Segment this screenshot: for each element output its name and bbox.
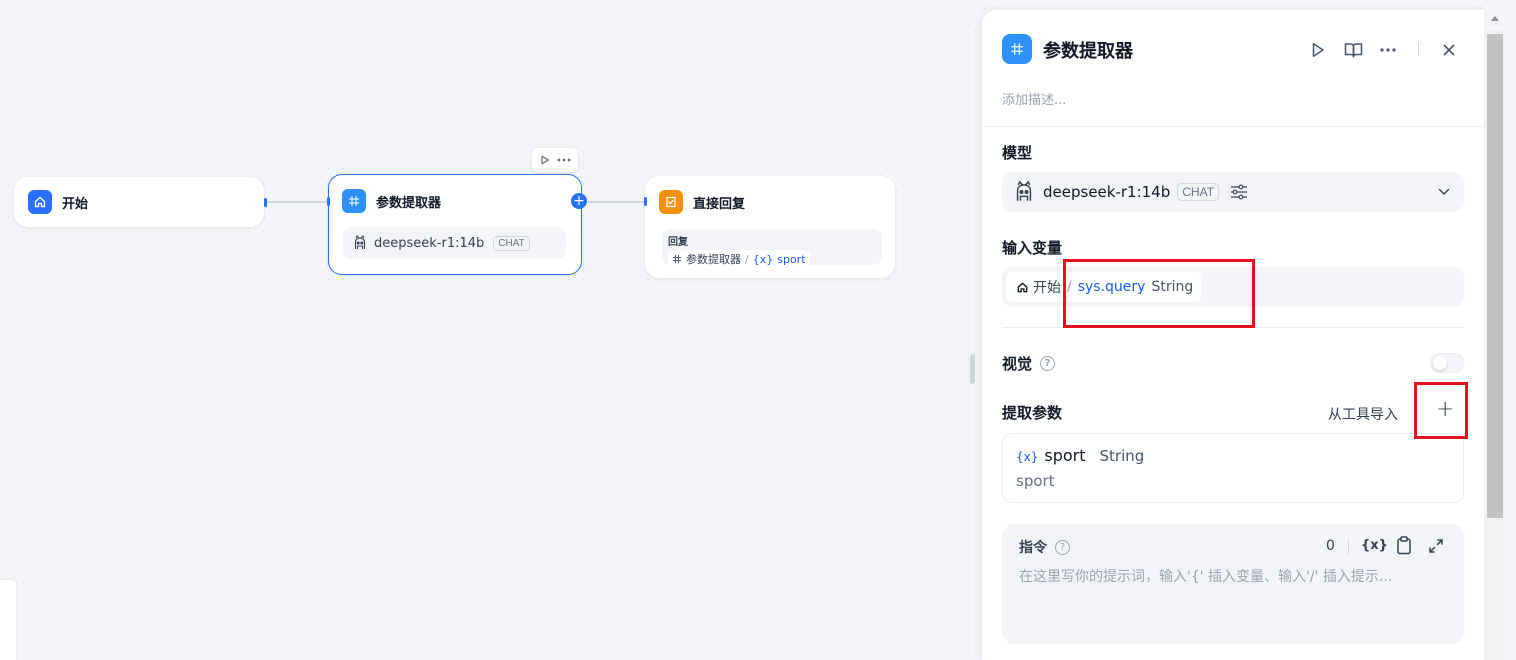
panel-resize-handle[interactable] [970,354,975,384]
model-logo-icon [353,235,367,251]
description-input[interactable]: 添加描述... [1002,89,1066,108]
section-divider [982,126,1484,127]
answer-ref-separator: / [745,252,749,266]
model-tag: CHAT [1177,183,1220,201]
answer-label: 回复 [668,237,688,248]
node-more-icon[interactable] [557,158,571,162]
reply-icon [659,190,683,214]
close-icon[interactable] [1439,40,1459,60]
toggle-knob [1433,356,1447,370]
answer-ref-var: sport [777,252,806,266]
chevron-down-icon[interactable] [1436,184,1452,200]
node-answer-target-handle[interactable] [644,197,647,206]
variable-icon: {x} [1016,450,1039,464]
param-type: String [1099,447,1145,465]
node-settings-panel: 参数提取器 添加描述... 模型 deepseek-r1:14b CHAT 输入… [982,10,1484,660]
panel-grid-icon [1002,34,1032,64]
param-name: sport [1044,446,1086,465]
node-extractor-model: deepseek-r1:14b CHAT [343,227,566,259]
more-icon[interactable] [1378,40,1398,60]
book-icon[interactable] [1342,40,1364,60]
instruction-input[interactable]: 在这里写你的提示词，输入'{' 插入变量、输入'/' 插入提示... [1019,566,1449,586]
extract-params-label: 提取参数 [1002,404,1063,422]
node-answer-content: 回复 参数提取器 / {x} sport [662,229,882,268]
canvas-control-stub [0,580,16,660]
node-toolbar [532,148,578,172]
instruction-editor[interactable]: 指令 ? 0 {x} 在这里写你的提示词，输入'{' 插入变量、输入'/' 插入… [1002,524,1464,644]
home-icon [1016,281,1029,294]
home-icon [28,190,52,214]
scroll-up-arrow[interactable] [1491,16,1499,21]
highlight-box-input-var [1063,259,1255,328]
vision-label: 视觉 ? [1002,353,1056,374]
node-start-title: 开始 [62,196,89,212]
input-var-node: 开始 [1033,280,1061,296]
node-extractor-title: 参数提取器 [376,195,442,211]
node-extractor-model-name: deepseek-r1:14b [374,235,485,251]
vision-label-text: 视觉 [1002,355,1033,373]
model-logo-icon [1014,180,1034,204]
run-node-icon[interactable] [540,155,550,165]
param-card[interactable]: {x} sport String sport [1002,433,1464,503]
edge-start-extractor [266,201,330,203]
edge-extractor-answer [588,201,646,203]
model-settings-icon[interactable] [1230,184,1248,200]
help-icon[interactable]: ? [1055,539,1070,555]
char-count: 0 [1326,538,1335,554]
import-from-tool-button[interactable]: 从工具导入 [1328,404,1398,424]
toolbar-divider [1348,540,1349,554]
input-vars-label: 输入变量 [1002,239,1063,257]
variable-icon: {x} [752,252,774,266]
node-parameter-extractor[interactable]: 参数提取器 deepseek-r1:14b CHAT [327,174,582,275]
param-description: sport [1016,472,1055,490]
grid-icon [342,189,366,213]
highlight-box-add-param [1414,382,1468,439]
model-label: 模型 [1002,144,1033,162]
answer-ref-node: 参数提取器 [686,253,741,266]
scrollbar-thumb[interactable] [1487,34,1503,518]
node-answer-title: 直接回复 [693,196,746,212]
add-next-node-button[interactable]: + [571,193,587,209]
answer-variable-ref: 参数提取器 / {x} sport [668,250,810,268]
header-divider [1418,42,1419,56]
panel-title[interactable]: 参数提取器 [1043,37,1133,63]
node-extractor-model-tag: CHAT [493,235,530,251]
help-icon[interactable]: ? [1040,356,1056,371]
model-name: deepseek-r1:14b [1043,183,1171,201]
model-select[interactable]: deepseek-r1:14b CHAT [1002,172,1464,212]
node-direct-answer[interactable]: 直接回复 回复 参数提取器 / {x} sport [644,176,895,278]
expand-icon[interactable] [1428,538,1444,554]
run-icon[interactable] [1308,40,1328,60]
instruction-label: 指令 [1019,540,1047,556]
node-start-source-handle[interactable] [264,198,267,207]
vision-toggle[interactable] [1430,353,1464,373]
node-extractor-target-handle[interactable] [327,197,330,206]
small-grid-icon [672,254,682,264]
insert-variable-icon[interactable]: {x} [1361,538,1388,553]
clipboard-icon[interactable] [1396,536,1412,555]
node-start[interactable]: 开始 [14,177,267,227]
